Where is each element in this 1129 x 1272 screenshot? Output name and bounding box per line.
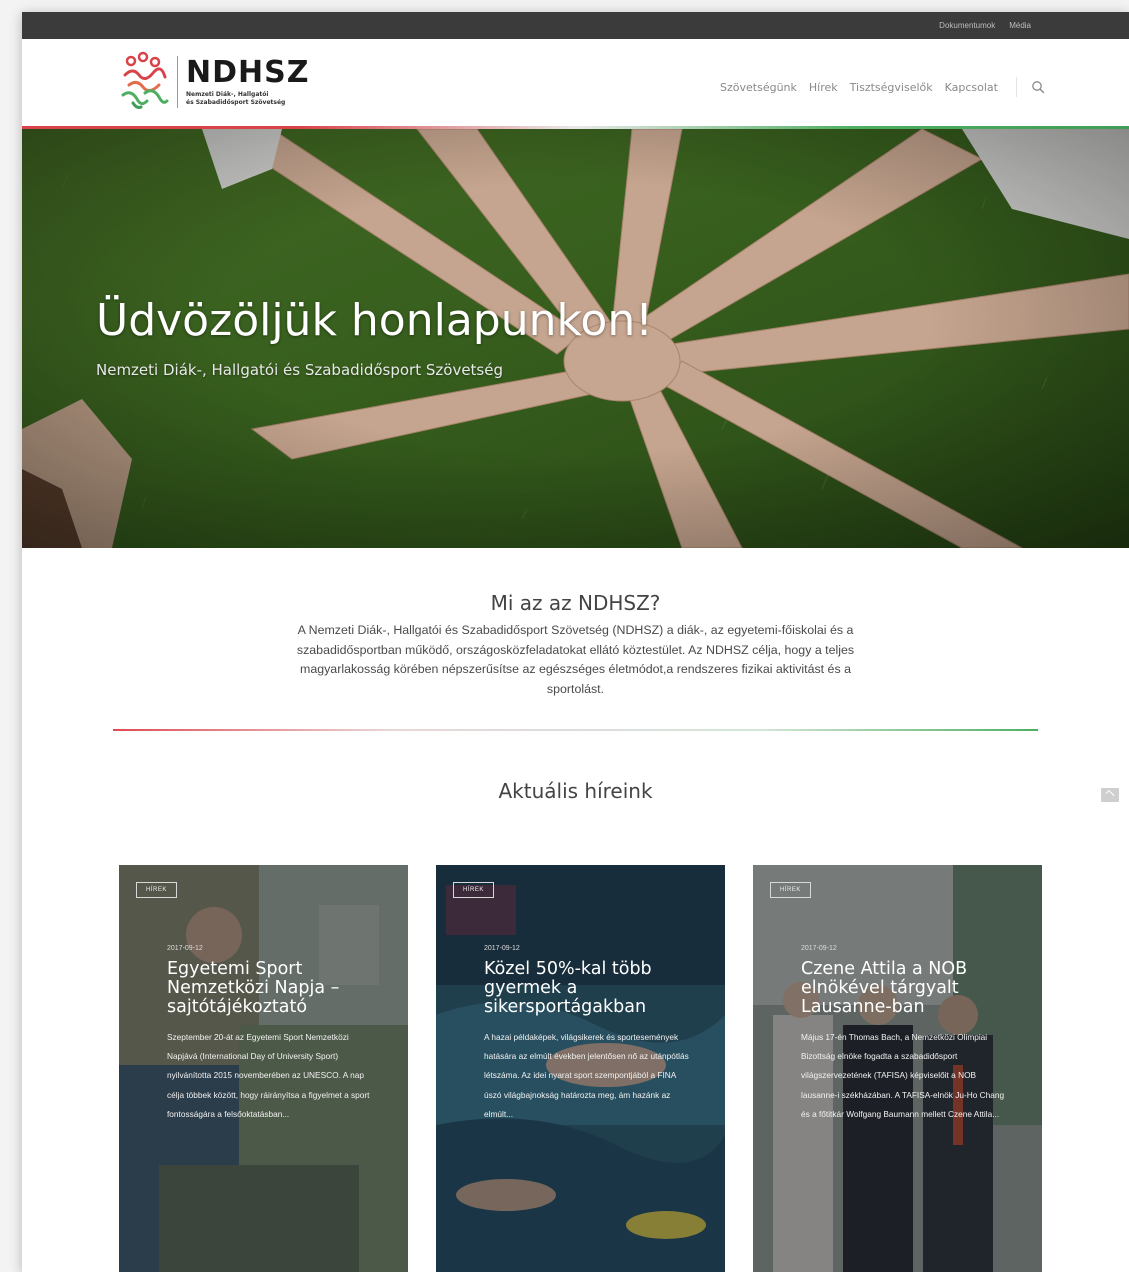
page: Dokumentumok Média NDHSZ Nemzeti Diák-, … — [22, 12, 1129, 1272]
logo-text: NDHSZ Nemzeti Diák-, Hallgatói és Szabad… — [186, 54, 346, 107]
news-card-excerpt: Szeptember 20-át az Egyetemi Sport Nemze… — [167, 1032, 370, 1119]
nav-item-kapcsolat[interactable]: Kapcsolat — [945, 81, 998, 94]
site-header: NDHSZ Nemzeti Diák-, Hallgatói és Szabad… — [22, 39, 1129, 129]
news-section: Aktuális híreink — [22, 779, 1129, 803]
chevron-up-icon — [1105, 789, 1115, 800]
news-card-tag[interactable]: HÍREK — [136, 882, 177, 898]
news-card-title[interactable]: Közel 50%-kal több gyermek a sikersportá… — [484, 960, 704, 1017]
news-card-excerpt: Május 17-én Thomas Bach, a Nemzetközi Ol… — [801, 1032, 1005, 1119]
logo-subtitle-line2: és Szabadidősport Szövetség — [186, 98, 286, 106]
hero-title: Üdvözöljük honlapunkon! — [96, 295, 653, 346]
logo-figures-icon — [121, 51, 169, 109]
logo-name: NDHSZ — [186, 54, 310, 90]
news-card-title[interactable]: Czene Attila a NOB elnökével tárgyalt La… — [801, 960, 1021, 1017]
search-icon[interactable] — [1031, 80, 1045, 94]
news-card-tag[interactable]: HÍREK — [770, 882, 811, 898]
hero-banner: Üdvözöljük honlapunkon! Nemzeti Diák-, H… — [22, 129, 1129, 548]
about-section: Mi az az NDHSZ? A Nemzeti Diák-, Hallgat… — [22, 591, 1129, 731]
nav-separator — [1016, 77, 1017, 97]
nav-item-szovetsegunk[interactable]: Szövetségünk — [720, 81, 797, 94]
logo-divider — [177, 56, 178, 108]
news-cards: HÍREK 2017-09-12 Egyetemi Sport Nemzetkö… — [119, 865, 1042, 1272]
topbar-link-media[interactable]: Média — [1009, 21, 1031, 30]
hero-subtitle: Nemzeti Diák-, Hallgatói és Szabadidőspo… — [96, 361, 503, 379]
logo-subtitle-line1: Nemzeti Diák-, Hallgatói — [186, 90, 269, 98]
about-body: A Nemzeti Diák-, Hallgatói és Szabadidős… — [296, 623, 855, 696]
news-card[interactable]: HÍREK 2017-09-12 Közel 50%-kal több gyer… — [436, 865, 725, 1272]
top-utility-bar: Dokumentumok Média — [22, 12, 1129, 39]
news-card[interactable]: HÍREK 2017-09-12 Czene Attila a NOB elnö… — [753, 865, 1042, 1272]
news-card-date: 2017-09-12 — [801, 945, 837, 952]
news-card[interactable]: HÍREK 2017-09-12 Egyetemi Sport Nemzetkö… — [119, 865, 408, 1272]
nav-item-hirek[interactable]: Hírek — [809, 81, 838, 94]
section-divider — [113, 729, 1038, 731]
news-card-date: 2017-09-12 — [484, 945, 520, 952]
about-title: Mi az az NDHSZ? — [490, 591, 661, 615]
logo-subtitle: Nemzeti Diák-, Hallgatói és Szabadidőspo… — [186, 91, 346, 107]
news-card-title[interactable]: Egyetemi Sport Nemzetközi Napja – sajtót… — [167, 960, 387, 1017]
news-card-date: 2017-09-12 — [167, 945, 203, 952]
news-card-tag[interactable]: HÍREK — [453, 882, 494, 898]
main-nav: Szövetségünk Hírek Tisztségviselők Kapcs… — [708, 77, 1045, 97]
topbar-link-documents[interactable]: Dokumentumok — [939, 21, 995, 30]
scroll-to-top-button[interactable] — [1101, 788, 1119, 802]
news-title: Aktuális híreink — [498, 779, 653, 803]
news-card-excerpt: A hazai példaképek, világsikerek és spor… — [484, 1032, 689, 1119]
nav-item-tisztsegviselok[interactable]: Tisztségviselők — [850, 81, 933, 94]
site-logo[interactable]: NDHSZ Nemzeti Diák-, Hallgatói és Szabad… — [119, 51, 346, 113]
